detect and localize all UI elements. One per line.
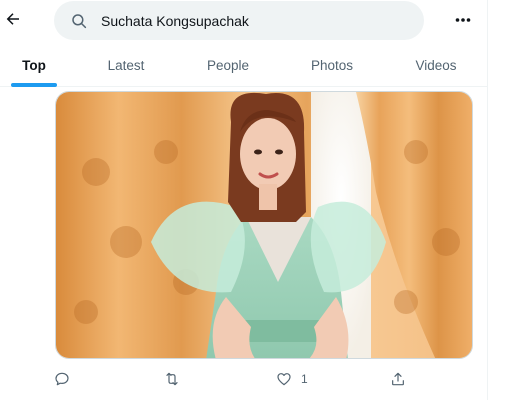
- like-icon: [277, 373, 291, 386]
- reply-button[interactable]: [54, 364, 70, 394]
- share-icon: [392, 372, 404, 386]
- photo-woman-green-dress: [56, 92, 472, 358]
- active-tab-indicator: [11, 83, 57, 87]
- search-tabs: Top Latest People Photos Videos: [0, 44, 487, 87]
- like-button[interactable]: 1: [276, 364, 308, 394]
- arrow-left-icon: [6, 13, 19, 25]
- search-box[interactable]: [54, 1, 424, 40]
- search-input[interactable]: [101, 12, 401, 29]
- like-count: 1: [301, 372, 308, 386]
- more-horizontal-icon: [455, 18, 471, 22]
- reply-icon: [55, 372, 69, 386]
- tweet-photo[interactable]: [55, 91, 473, 359]
- share-button[interactable]: [390, 364, 406, 394]
- top-header: [0, 0, 487, 44]
- tab-latest[interactable]: Latest: [96, 44, 156, 87]
- tab-people[interactable]: People: [196, 44, 260, 87]
- retweet-button[interactable]: [164, 364, 180, 394]
- tweet-actions: 1: [0, 364, 487, 394]
- tab-top[interactable]: Top: [10, 44, 58, 87]
- more-options-button[interactable]: [450, 9, 476, 31]
- search-icon: [70, 12, 88, 30]
- back-button[interactable]: [2, 8, 24, 30]
- retweet-icon: [166, 372, 178, 386]
- tab-videos[interactable]: Videos: [404, 44, 468, 87]
- column-divider: [487, 0, 488, 400]
- tab-photos[interactable]: Photos: [300, 44, 364, 87]
